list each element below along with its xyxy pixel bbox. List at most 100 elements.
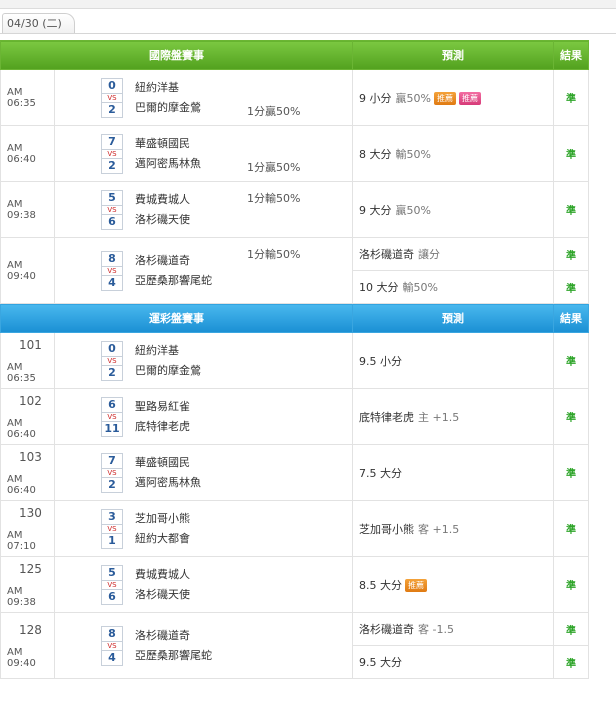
vs-label: VS bbox=[101, 93, 123, 102]
score-box: 6 VS 11 bbox=[101, 396, 123, 437]
prediction-sub: 贏50% bbox=[395, 91, 431, 105]
score-box: 5 VS 6 bbox=[101, 189, 123, 230]
team-names: 洛杉磯道奇 亞歷桑那響尾蛇 bbox=[135, 251, 212, 291]
match-row: 103 AM 06:40 7 VS 2 華盛頓國民 邁阿密馬林魚 7.5 大分 準 bbox=[0, 444, 589, 501]
match-row: 130 AM 07:10 3 VS 1 芝加哥小熊 紐約大都會 芝加哥小熊客 +1.5 準 bbox=[0, 500, 589, 557]
score-top: 0 bbox=[101, 340, 123, 357]
prediction-sub: 客 +1.5 bbox=[418, 522, 460, 536]
score-bottom: 4 bbox=[101, 274, 123, 291]
match-cell: 0 VS 2 紐約洋基 巴爾的摩金鶯 bbox=[54, 332, 353, 389]
team-top[interactable]: 華盛頓國民 bbox=[135, 134, 201, 154]
score-bottom: 6 bbox=[101, 588, 123, 605]
team-top[interactable]: 費城費城人 bbox=[135, 565, 190, 585]
team-names: 洛杉磯道奇 亞歷桑那響尾蛇 bbox=[135, 626, 212, 666]
team-bottom[interactable]: 洛杉磯天使 bbox=[135, 585, 190, 605]
prediction-main: 芝加哥小熊 bbox=[359, 522, 414, 536]
result-cell: 準 bbox=[553, 332, 589, 389]
handicap-text: 1分輸50% bbox=[247, 248, 301, 261]
result-cell: 準 bbox=[553, 181, 589, 238]
vs-label: VS bbox=[101, 149, 123, 158]
prediction-main: 8.5 大分 bbox=[359, 578, 402, 592]
match-time: AM 07:10 bbox=[7, 529, 36, 552]
prediction-header: 預測 bbox=[352, 303, 554, 333]
match-row: 102 AM 06:40 6 VS 11 聖路易紅雀 底特律老虎 底特律老虎主 +1.5 準 bbox=[0, 388, 589, 445]
match-number: 103 bbox=[19, 449, 42, 464]
result-cell: 準 bbox=[553, 645, 589, 679]
match-time: AM 09:38 bbox=[7, 585, 36, 608]
match-time: AM 06:35 bbox=[7, 361, 36, 384]
team-bottom[interactable]: 紐約大都會 bbox=[135, 529, 190, 549]
handicap-text: 1分輸50% bbox=[247, 192, 301, 205]
team-top[interactable]: 紐約洋基 bbox=[135, 78, 201, 98]
result-cell: 準 bbox=[553, 444, 589, 501]
team-names: 華盛頓國民 邁阿密馬林魚 bbox=[135, 134, 201, 174]
prediction-sub: 主 +1.5 bbox=[418, 410, 460, 424]
prediction-main: 10 大分 bbox=[359, 281, 399, 294]
recommend-badge: 推薦 bbox=[458, 92, 481, 105]
predictions-container: 國際盤賽事 預測 結果 AM 06:35 0 VS 2 紐約洋基 巴爾的摩金鶯 1分贏50% 9 小… bbox=[0, 40, 589, 679]
vs-label: VS bbox=[101, 412, 123, 421]
result-cell: 準 bbox=[553, 237, 589, 271]
score-box: 7 VS 2 bbox=[101, 133, 123, 174]
match-info-cell: 130 AM 07:10 bbox=[0, 500, 55, 557]
score-box: 7 VS 2 bbox=[101, 452, 123, 493]
team-top[interactable]: 洛杉磯道奇 bbox=[135, 251, 212, 271]
handicap-text: 1分贏50% bbox=[247, 105, 301, 118]
prediction-main: 洛杉磯道奇 bbox=[359, 623, 414, 636]
score-top: 5 bbox=[101, 189, 123, 206]
match-cell: 5 VS 6 費城費城人 洛杉磯天使 bbox=[54, 556, 353, 613]
score-top: 0 bbox=[101, 77, 123, 94]
section-header: 國際盤賽事 預測 結果 bbox=[0, 40, 589, 70]
prediction-cell: 8 大分 輸50% bbox=[352, 125, 554, 182]
score-box: 8 VS 4 bbox=[101, 250, 123, 291]
team-top[interactable]: 紐約洋基 bbox=[135, 341, 201, 361]
team-top[interactable]: 華盛頓國民 bbox=[135, 453, 201, 473]
match-cell: 6 VS 11 聖路易紅雀 底特律老虎 bbox=[54, 388, 353, 445]
predictions-table: 國際盤賽事 預測 結果 AM 06:35 0 VS 2 紐約洋基 巴爾的摩金鶯 1分贏50% 9 小… bbox=[0, 40, 589, 679]
match-time: AM 09:38 bbox=[0, 181, 55, 238]
vs-label: VS bbox=[101, 356, 123, 365]
prediction-cell: 底特律老虎主 +1.5 bbox=[352, 388, 554, 445]
team-bottom[interactable]: 亞歷桑那響尾蛇 bbox=[135, 271, 212, 291]
match-info-cell: 103 AM 06:40 bbox=[0, 444, 55, 501]
match-row: AM 09:38 5 VS 6 費城費城人 洛杉磯天使 1分輸50% 9 大分 贏50% 準 bbox=[0, 181, 589, 238]
prediction-main: 9.5 小分 bbox=[359, 354, 402, 368]
team-bottom[interactable]: 邁阿密馬林魚 bbox=[135, 473, 201, 493]
team-top[interactable]: 聖路易紅雀 bbox=[135, 397, 190, 417]
score-bottom: 11 bbox=[101, 420, 123, 437]
team-bottom[interactable]: 亞歷桑那響尾蛇 bbox=[135, 646, 212, 666]
result-cell: 準 bbox=[553, 125, 589, 182]
prediction-main: 9 小分 bbox=[359, 91, 392, 105]
team-names: 華盛頓國民 邁阿密馬林魚 bbox=[135, 453, 201, 493]
team-bottom[interactable]: 底特律老虎 bbox=[135, 417, 190, 437]
team-bottom[interactable]: 巴爾的摩金鶯 bbox=[135, 361, 201, 381]
prediction-main: 8 大分 bbox=[359, 147, 392, 161]
prediction-sub: 讓分 bbox=[418, 248, 440, 261]
score-top: 7 bbox=[101, 452, 123, 469]
score-top: 6 bbox=[101, 396, 123, 413]
score-top: 8 bbox=[101, 625, 123, 642]
vs-label: VS bbox=[101, 641, 123, 650]
team-bottom[interactable]: 洛杉磯天使 bbox=[135, 210, 190, 230]
team-top[interactable]: 洛杉磯道奇 bbox=[135, 626, 212, 646]
vs-label: VS bbox=[101, 266, 123, 275]
team-names: 費城費城人 洛杉磯天使 bbox=[135, 565, 190, 605]
score-box: 0 VS 2 bbox=[101, 340, 123, 381]
prediction-sub: 輸50% bbox=[395, 147, 431, 161]
date-tab[interactable]: 04/30 (二) bbox=[2, 13, 75, 34]
prediction-main: 洛杉磯道奇 bbox=[359, 248, 414, 261]
match-cell: 8 VS 4 洛杉磯道奇 亞歷桑那響尾蛇 bbox=[54, 612, 353, 679]
result-cell: 準 bbox=[553, 69, 589, 126]
team-bottom[interactable]: 巴爾的摩金鶯 bbox=[135, 98, 201, 118]
score-bottom: 2 bbox=[101, 364, 123, 381]
team-top[interactable]: 芝加哥小熊 bbox=[135, 509, 190, 529]
prediction-main: 9 大分 bbox=[359, 203, 392, 217]
team-bottom[interactable]: 邁阿密馬林魚 bbox=[135, 154, 201, 174]
prediction-cell: 7.5 大分 bbox=[352, 444, 554, 501]
prediction-cell: 9 大分 贏50% bbox=[352, 181, 554, 238]
prediction-sub: 贏50% bbox=[395, 203, 431, 217]
match-time: AM 06:35 bbox=[0, 69, 55, 126]
match-info-cell: 101 AM 06:35 bbox=[0, 332, 55, 389]
team-top[interactable]: 費城費城人 bbox=[135, 190, 190, 210]
match-cell: 8 VS 4 洛杉磯道奇 亞歷桑那響尾蛇 1分輸50% bbox=[54, 237, 353, 304]
